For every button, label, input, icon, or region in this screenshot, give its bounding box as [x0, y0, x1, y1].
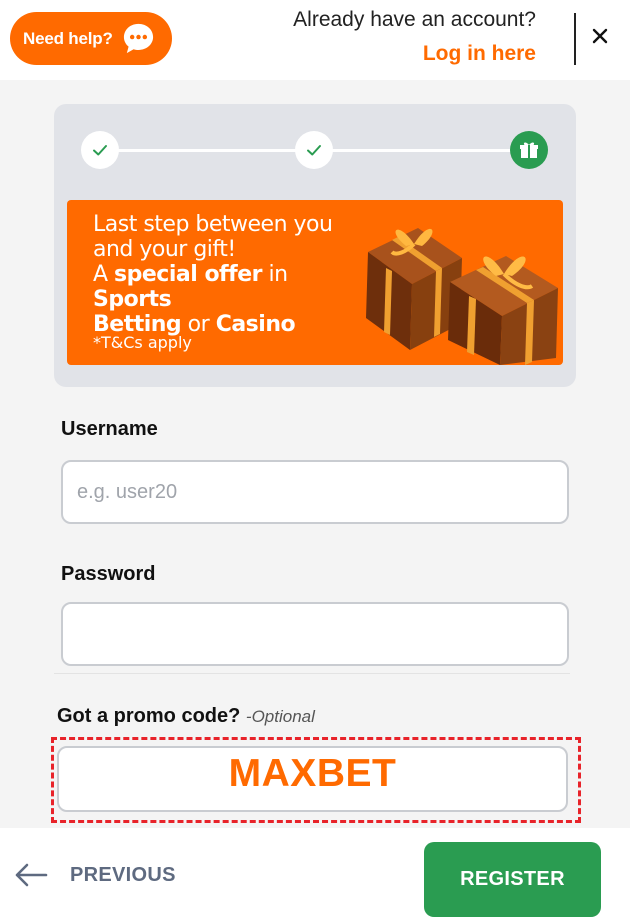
promo-code-input[interactable]: MAXBET	[57, 746, 568, 812]
login-link[interactable]: Log in here	[276, 42, 536, 66]
banner-line-3: A special offer in Sports	[93, 262, 363, 312]
progress-step-1	[81, 131, 119, 169]
banner-line-1: Last step between you	[93, 212, 333, 237]
progress-step-3	[510, 131, 548, 169]
banner-line-2: and your gift!	[93, 237, 236, 262]
register-button[interactable]: REGISTER	[424, 842, 601, 917]
banner-bold-casino: Casino	[215, 312, 296, 337]
footer-bar: PREVIOUS REGISTER	[0, 828, 630, 920]
need-help-button[interactable]: Need help?	[10, 12, 172, 65]
check-icon	[307, 145, 321, 156]
promo-banner: Last step between you and your gift! A s…	[67, 200, 563, 365]
close-icon[interactable]	[586, 22, 614, 50]
banner-headline: Last step between you and your gift! A s…	[93, 212, 363, 337]
chat-bubble-icon	[123, 23, 154, 54]
username-label: Username	[61, 418, 158, 440]
banner-text-a: A	[93, 262, 115, 287]
banner-bold-sports: Sports	[93, 287, 172, 312]
gift-icon	[520, 142, 538, 158]
password-input[interactable]	[61, 602, 569, 666]
check-icon	[93, 145, 107, 156]
banner-bold-special-offer: special offer	[114, 262, 262, 287]
arrow-left-icon	[15, 863, 48, 887]
account-question: Already have an account?	[293, 8, 536, 31]
banner-text-in: in	[261, 262, 288, 287]
promo-code-label: Got a promo code? -Optional	[57, 705, 315, 728]
terms-note: *T&Cs apply	[93, 333, 192, 352]
promo-code-optional: -Optional	[245, 707, 315, 726]
section-divider	[54, 673, 570, 674]
promo-code-question: Got a promo code?	[57, 705, 241, 727]
previous-button[interactable]: PREVIOUS	[14, 862, 176, 888]
username-input[interactable]	[61, 460, 569, 524]
need-help-label: Need help?	[23, 28, 113, 48]
progress-step-2	[295, 131, 333, 169]
password-label: Password	[61, 563, 156, 585]
header-divider	[574, 13, 576, 65]
top-bar: Need help? Already have an account? Log …	[0, 0, 630, 80]
previous-label: PREVIOUS	[70, 863, 176, 886]
gift-boxes-illustration	[366, 228, 558, 365]
